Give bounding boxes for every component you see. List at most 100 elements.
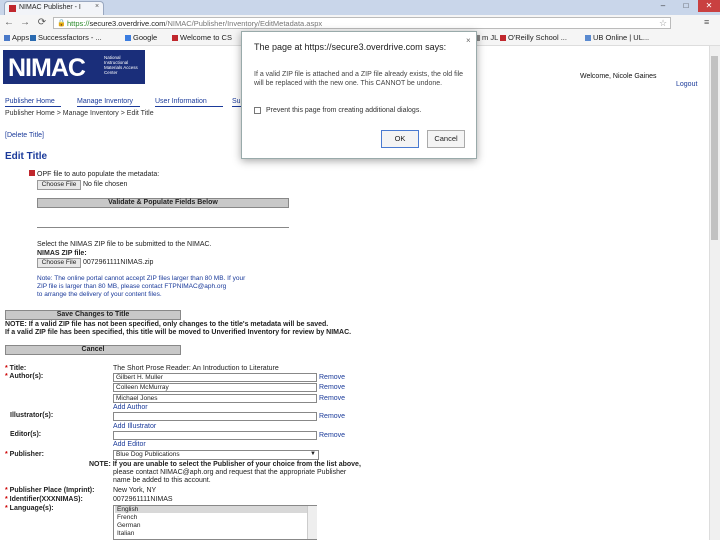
language-option[interactable]: English bbox=[115, 506, 307, 513]
dialog-ok-button[interactable]: OK bbox=[381, 130, 419, 148]
language-listbox[interactable]: English French German Italian bbox=[113, 505, 317, 540]
minimize-icon[interactable]: – bbox=[652, 0, 674, 12]
bookmark-item[interactable]: m JL bbox=[474, 33, 498, 42]
dialog-cancel-button[interactable]: Cancel bbox=[427, 130, 465, 148]
tab-close-icon[interactable]: × bbox=[95, 3, 99, 10]
bookmark-item[interactable]: Apps bbox=[4, 33, 29, 42]
identifier-value[interactable]: 0072961111NIMAS bbox=[113, 496, 173, 503]
identifier-label: * Identifier(XXXNIMAS): bbox=[5, 496, 83, 503]
page-title: Edit Title bbox=[5, 151, 48, 162]
publisher-label: * Publisher: bbox=[5, 451, 44, 458]
opf-no-file-text: No file chosen bbox=[83, 181, 128, 188]
dialog-close-icon[interactable]: × bbox=[466, 36, 471, 45]
prevent-dialogs-checkbox[interactable] bbox=[254, 107, 261, 114]
dialog-title: The page at https://secure3.overdrive.co… bbox=[254, 42, 447, 52]
prevent-dialogs-label[interactable]: Prevent this page from creating addition… bbox=[266, 107, 421, 114]
tab-user-information[interactable]: User Information bbox=[155, 97, 223, 107]
close-window-icon[interactable]: ✕ bbox=[698, 0, 720, 12]
zip-file-name: 0072961111NIMAS.zip bbox=[83, 259, 154, 266]
save-changes-button[interactable]: Save Changes to Title bbox=[5, 310, 181, 320]
save-note-1: NOTE: If a valid ZIP file has not been s… bbox=[5, 321, 329, 328]
zip-choose-file-button[interactable]: Choose File bbox=[37, 258, 81, 268]
chevron-down-icon: ▼ bbox=[310, 451, 316, 457]
add-illustrator-link[interactable]: Add Illustrator bbox=[113, 423, 156, 430]
author-input-2[interactable]: Colleen McMurray bbox=[113, 383, 317, 392]
title-value[interactable]: The Short Prose Reader: An Introduction … bbox=[113, 365, 279, 372]
zip-label: NIMAS ZIP file: bbox=[37, 250, 87, 257]
cancel-button[interactable]: Cancel bbox=[5, 345, 181, 355]
bookmark-icon bbox=[585, 35, 591, 41]
lock-icon: 🔒 bbox=[57, 20, 66, 27]
scrollbar-thumb[interactable] bbox=[711, 56, 718, 240]
reload-icon[interactable]: ⟳ bbox=[36, 17, 48, 29]
publisher-place-label: * Publisher Place (Imprint): bbox=[5, 487, 95, 494]
tab-publisher-home[interactable]: Publisher Home bbox=[5, 97, 61, 107]
browser-menu-icon[interactable]: ≡ bbox=[704, 17, 709, 27]
language-option[interactable]: German bbox=[115, 522, 307, 529]
remove-author-1[interactable]: Remove bbox=[319, 374, 345, 381]
publisher-select[interactable]: Blue Dog Publications ▼ bbox=[113, 450, 319, 460]
editors-label: Editor(s): bbox=[10, 431, 42, 438]
publisher-place-value[interactable]: New York, NY bbox=[113, 487, 156, 494]
bookmark-icon bbox=[500, 35, 506, 41]
bookmark-label: O'Reilly School ... bbox=[508, 33, 567, 42]
zip-note: Note: The online portal cannot accept ZI… bbox=[37, 275, 246, 298]
language-label: * Language(s): bbox=[5, 505, 54, 512]
tab-manage-inventory[interactable]: Manage Inventory bbox=[77, 97, 140, 107]
back-icon[interactable]: ← bbox=[3, 17, 15, 29]
tab-title: NIMAC Publisher - I bbox=[19, 4, 81, 11]
bookmark-icon bbox=[30, 35, 36, 41]
remove-illustrator[interactable]: Remove bbox=[319, 413, 345, 420]
bookmark-item[interactable]: Welcome to CS bbox=[172, 33, 232, 42]
bookmark-label: Apps bbox=[12, 33, 30, 42]
bookmark-item[interactable]: Successfactors - ... bbox=[30, 33, 102, 42]
title-label: * Title: bbox=[5, 365, 27, 372]
url-input[interactable]: 🔒 https://secure3.overdrive.com/NIMAC/Pu… bbox=[53, 17, 671, 29]
bookmark-item[interactable]: UB Online | UL... bbox=[585, 33, 649, 42]
browser-tab[interactable]: NIMAC Publisher - I × bbox=[4, 1, 104, 15]
authors-label: * Author(s): bbox=[5, 373, 44, 380]
bookmark-label: Google bbox=[133, 33, 158, 42]
bookmark-star-icon[interactable]: ☆ bbox=[659, 18, 667, 29]
browser-tab-bar: NIMAC Publisher - I × – □ ✕ bbox=[0, 0, 720, 15]
add-author-link[interactable]: Add Author bbox=[113, 404, 148, 411]
zip-instruction: Select the NIMAS ZIP file to be submitte… bbox=[37, 241, 212, 248]
author-input-1[interactable]: Gilbert H. Muller bbox=[113, 373, 317, 382]
bookmark-label: UB Online | UL... bbox=[593, 33, 650, 42]
language-option[interactable]: Italian bbox=[115, 530, 307, 537]
url-text: https://secure3.overdrive.com/NIMAC/Publ… bbox=[67, 19, 323, 28]
maximize-icon[interactable]: □ bbox=[675, 0, 697, 12]
editor-input[interactable] bbox=[113, 431, 317, 440]
bookmark-item[interactable]: O'Reilly School ... bbox=[500, 33, 567, 42]
nimac-logo[interactable]: NIMAC National Instructional Materials A… bbox=[3, 50, 145, 84]
bookmark-icon bbox=[125, 35, 131, 41]
opf-choose-file-button[interactable]: Choose File bbox=[37, 180, 81, 190]
bookmark-label: m JL bbox=[482, 33, 499, 42]
breadcrumb: Publisher Home > Manage Inventory > Edit… bbox=[5, 110, 154, 117]
validate-populate-button[interactable]: Validate & Populate Fields Below bbox=[37, 198, 289, 208]
delete-title-link[interactable]: [Delete Title] bbox=[5, 132, 44, 139]
remove-author-2[interactable]: Remove bbox=[319, 384, 345, 391]
bookmark-icon bbox=[4, 35, 10, 41]
bookmark-label: Welcome to CS bbox=[180, 33, 232, 42]
illustrator-input[interactable] bbox=[113, 412, 317, 421]
welcome-text: Welcome, Nicole Gaines bbox=[580, 73, 657, 80]
add-editor-link[interactable]: Add Editor bbox=[113, 441, 146, 448]
bookmark-item[interactable]: Google bbox=[125, 33, 157, 42]
logo-subtitle: National Instructional Materials Access … bbox=[104, 55, 138, 75]
bookmark-icon bbox=[172, 35, 178, 41]
opf-label: OPF file to auto populate the metadata: bbox=[37, 171, 160, 178]
save-note-2: If a valid ZIP file has been specified, … bbox=[5, 329, 352, 336]
author-input-3[interactable]: Michael Jones bbox=[113, 394, 317, 403]
logout-link[interactable]: Logout bbox=[676, 81, 697, 88]
publisher-note: NOTE: If you are unable to select the Pu… bbox=[89, 461, 361, 484]
favicon-icon bbox=[9, 5, 16, 12]
opf-marker-icon bbox=[29, 170, 35, 176]
remove-author-3[interactable]: Remove bbox=[319, 395, 345, 402]
listbox-scrollbar[interactable] bbox=[307, 506, 317, 539]
confirm-dialog: The page at https://secure3.overdrive.co… bbox=[241, 31, 477, 159]
forward-icon[interactable]: → bbox=[19, 17, 31, 29]
divider bbox=[37, 227, 289, 228]
remove-editor[interactable]: Remove bbox=[319, 432, 345, 439]
language-option[interactable]: French bbox=[115, 514, 307, 521]
